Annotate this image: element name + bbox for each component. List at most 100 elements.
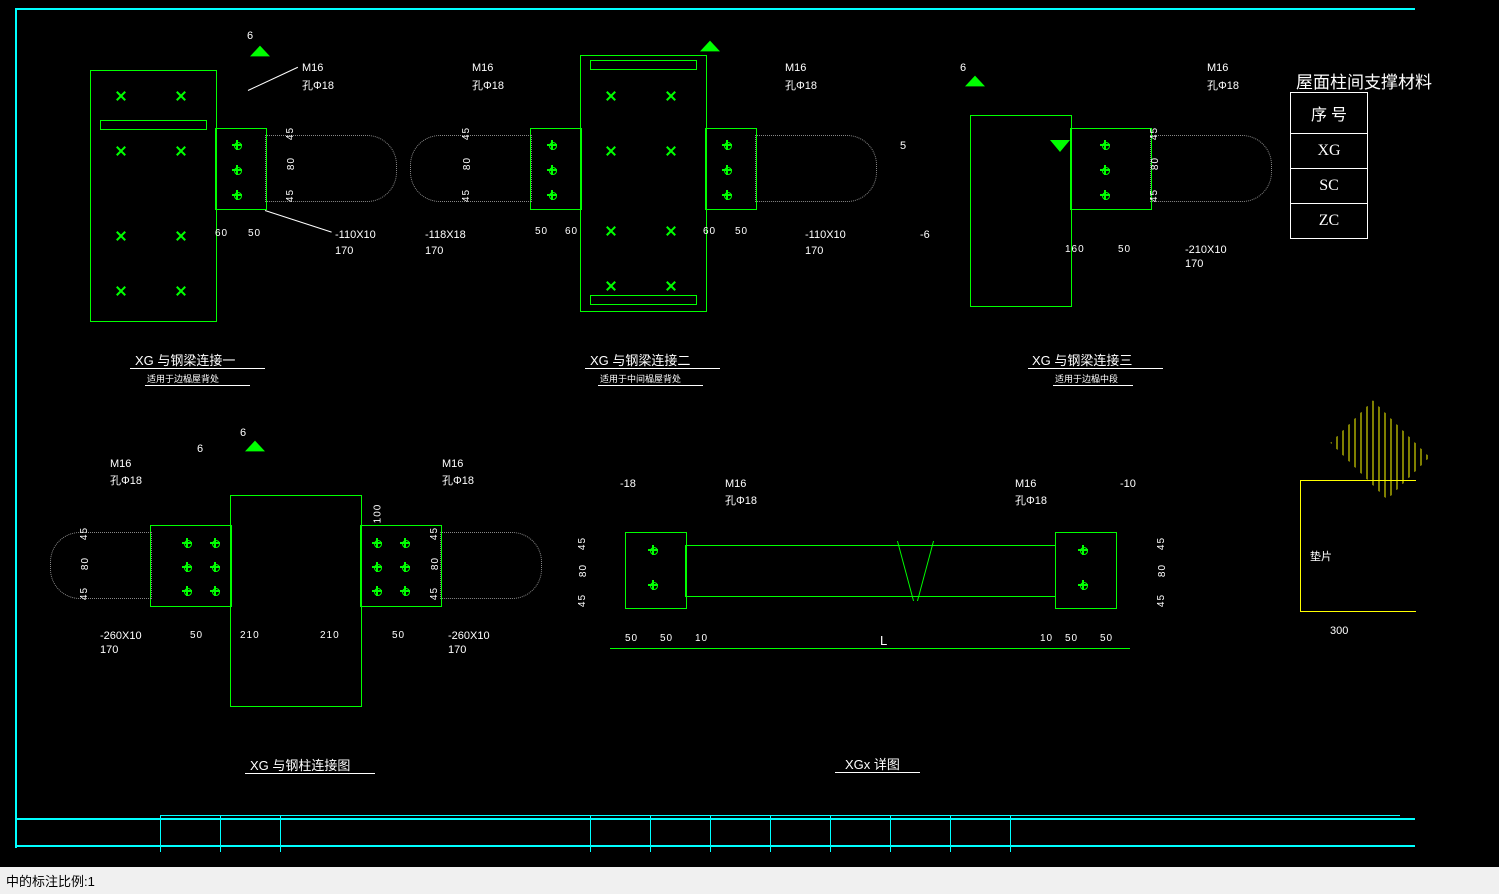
- weld-size: 5: [900, 140, 906, 152]
- callout-m16: M16: [1207, 62, 1228, 74]
- title-d2: XG 与钢梁连接二: [590, 350, 690, 369]
- dim: 45: [1156, 537, 1167, 550]
- callout-hole: 孔Φ18: [442, 472, 474, 488]
- bolt-icon: [547, 165, 557, 175]
- d1-column: [90, 70, 217, 322]
- tb-cell: [830, 816, 891, 852]
- tb-cell: [650, 816, 711, 852]
- ul: [245, 773, 375, 774]
- dim: 45: [577, 537, 588, 550]
- bolt-icon: [648, 545, 658, 555]
- dim-50: 50: [248, 228, 261, 239]
- bolt-icon: [182, 538, 192, 548]
- dim: 170: [100, 644, 118, 656]
- material-table: 序 号 XG SC ZC: [1290, 92, 1368, 239]
- d4-beam-r: [440, 532, 542, 599]
- callout-n18: -18: [620, 478, 636, 490]
- dim-45: 45: [285, 189, 296, 202]
- bolt-icon: [547, 190, 557, 200]
- callout-m16: M16: [302, 62, 323, 74]
- dim: 10: [695, 633, 708, 644]
- dim-170: 170: [805, 245, 823, 257]
- bolt-icon: [400, 538, 410, 548]
- weld-icon: [965, 76, 985, 87]
- callout-m16: M16: [725, 478, 746, 490]
- dim-80: 80: [286, 157, 297, 170]
- bolt-icon: [210, 538, 220, 548]
- bolt-icon: [372, 538, 382, 548]
- callout-hole: 孔Φ18: [302, 77, 334, 93]
- frame-top: [15, 8, 1415, 10]
- bolt-icon: [232, 190, 242, 200]
- tb-cell: [220, 816, 281, 852]
- label-pad: 垫片: [1310, 548, 1332, 564]
- bolt-icon: [400, 586, 410, 596]
- ul: [585, 368, 720, 369]
- dim: 45: [1149, 189, 1160, 202]
- callout-m16: M16: [110, 458, 131, 470]
- command-line[interactable]: 中的标注比例:1: [0, 867, 1499, 894]
- weld-icon: [1050, 140, 1070, 152]
- dim-160: 160: [1065, 244, 1085, 255]
- tb-cell: [770, 816, 831, 852]
- dim: 170: [448, 644, 466, 656]
- th-seq: 序 号: [1291, 93, 1368, 134]
- bolt-icon: [1100, 190, 1110, 200]
- bolt-icon: [722, 165, 732, 175]
- weld-icon: [245, 441, 265, 452]
- weld-icon: [700, 41, 720, 52]
- bolt-icon: [1100, 140, 1110, 150]
- leader: [265, 210, 332, 233]
- td-xg: XG: [1291, 134, 1368, 169]
- dim: 50: [625, 633, 638, 644]
- dim: 50: [1100, 633, 1113, 644]
- bolt-icon: [547, 140, 557, 150]
- bolt-icon: [648, 580, 658, 590]
- callout-hole: 孔Φ18: [1015, 492, 1047, 508]
- tb-cell: [280, 816, 341, 852]
- callout-hole: 孔Φ18: [725, 492, 757, 508]
- cad-viewport[interactable]: 6 M16 孔Φ18 -110X10 170 60 50 45 80 45 XG…: [0, 0, 1499, 894]
- callout-p260: -260X10: [100, 630, 142, 642]
- d4-column: [230, 495, 362, 707]
- dim-L: L: [880, 633, 887, 648]
- weld-size: 6: [960, 62, 966, 74]
- dim: 45: [1156, 594, 1167, 607]
- bolt-icon: [182, 562, 192, 572]
- d4-beam-l: [50, 532, 152, 599]
- callout-n10: -10: [1120, 478, 1136, 490]
- bolt-icon: [372, 562, 382, 572]
- callout-p118: -118X18: [425, 229, 466, 241]
- d5-tube-r: [930, 545, 1056, 597]
- dim: 45: [461, 189, 472, 202]
- callout-p260: -260X10: [448, 630, 490, 642]
- callout-m16: M16: [472, 62, 493, 74]
- frame-left: [15, 8, 17, 848]
- d5-break: [900, 545, 935, 597]
- dim-60: 60: [565, 226, 578, 237]
- d5-plate-r: [1055, 532, 1117, 609]
- bolt-icon: [210, 586, 220, 596]
- title-d4: XG 与钢柱连接图: [250, 755, 350, 774]
- dim: 80: [578, 564, 589, 577]
- leader: [248, 67, 298, 91]
- d2-flange-top: [590, 60, 697, 70]
- ul: [1053, 385, 1133, 386]
- tb-cell: [890, 816, 951, 852]
- d3-gusset: [1070, 128, 1152, 210]
- weld-size: 6: [240, 427, 246, 439]
- dim: 50: [190, 630, 203, 641]
- dim-50: 50: [735, 226, 748, 237]
- dim: 45: [79, 587, 90, 600]
- dim-50: 50: [1118, 244, 1131, 255]
- bolt-icon: [1100, 165, 1110, 175]
- subtitle-d3: 适用于边榀中段: [1055, 372, 1118, 385]
- command-text: 中的标注比例:1: [6, 874, 95, 889]
- dimline: [610, 648, 1130, 649]
- callout-m16: M16: [785, 62, 806, 74]
- bolt-icon: [400, 562, 410, 572]
- bolt-icon: [1078, 580, 1088, 590]
- dim: 45: [79, 527, 90, 540]
- ul: [835, 772, 920, 773]
- d2-column: [580, 55, 707, 312]
